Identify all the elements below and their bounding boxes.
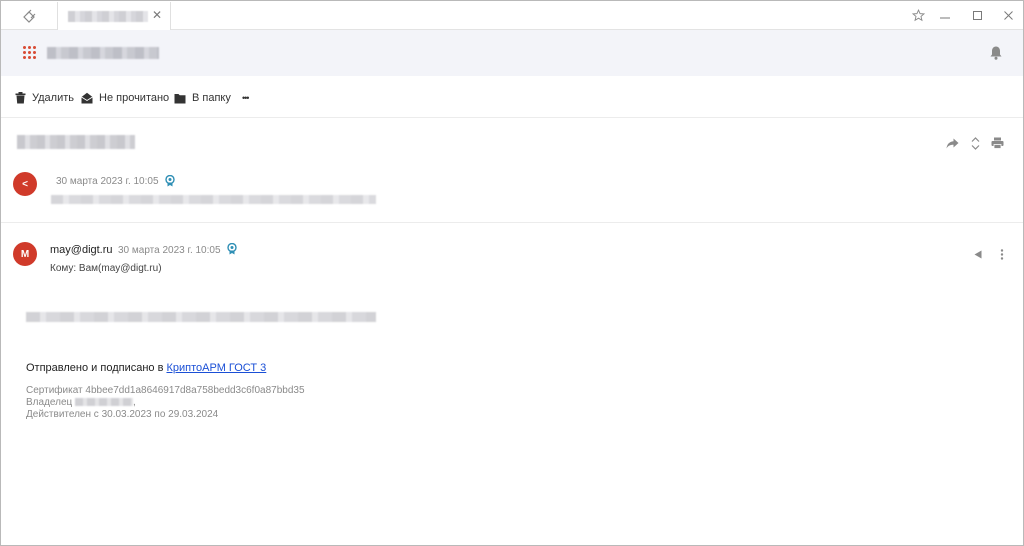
validity-line: Действителен с 30.03.2023 по 29.03.2024 — [26, 409, 219, 420]
more-actions-button[interactable]: ••• — [242, 91, 250, 105]
more-vertical-icon[interactable] — [996, 248, 1008, 260]
message-toolbar: Удалить Не прочитано В папку ••• — [1, 76, 1023, 118]
message-body — [26, 312, 376, 322]
account-name — [47, 47, 159, 59]
mark-unread-label: Не прочитано — [99, 92, 170, 104]
certificate-badge-icon — [227, 243, 237, 255]
delete-label: Удалить — [32, 92, 74, 104]
signature-line: Отправлено и подписано в КриптоАРМ ГОСТ … — [26, 362, 266, 374]
app-header — [1, 30, 1023, 76]
browser-tab[interactable]: ✕ — [57, 2, 171, 30]
message-date: 30 марта 2023 г. 10:05 — [118, 245, 221, 256]
move-to-folder-button[interactable]: В папку — [174, 91, 231, 105]
certificate-badge-icon — [165, 175, 175, 187]
print-icon[interactable] — [990, 136, 1004, 150]
sender-avatar[interactable]: M — [13, 242, 37, 266]
sender-avatar-collapsed[interactable]: < — [13, 172, 37, 196]
delete-button[interactable]: Удалить — [15, 91, 74, 105]
forward-icon[interactable] — [945, 136, 959, 150]
minimize-icon[interactable] — [937, 7, 953, 23]
collapsed-message-date: 30 марта 2023 г. 10:05 — [56, 176, 159, 187]
expand-collapse-icon[interactable] — [968, 136, 982, 150]
certificate-line: Сертификат 4bbee7dd1a8646917d8a758bedd3c… — [26, 385, 305, 396]
owner-label: Владелец — [26, 397, 76, 408]
close-icon[interactable] — [1000, 7, 1016, 23]
app-logo-icon — [23, 9, 36, 23]
sender-email[interactable]: may@digt.ru — [50, 244, 113, 256]
star-icon[interactable] — [910, 7, 926, 23]
reply-icon[interactable] — [972, 248, 984, 260]
folder-icon — [174, 93, 186, 103]
owner-line: Владелец , — [26, 397, 136, 408]
apps-grid-icon[interactable] — [23, 46, 36, 59]
cryptoarm-link[interactable]: КриптоАРМ ГОСТ 3 — [166, 362, 266, 374]
maximize-icon[interactable] — [969, 7, 985, 23]
owner-name — [75, 398, 134, 407]
message-subject — [17, 135, 135, 149]
mark-unread-button[interactable]: Не прочитано — [81, 91, 169, 105]
open-envelope-icon — [81, 92, 93, 104]
tab-title — [68, 11, 148, 22]
move-to-folder-label: В папку — [192, 92, 231, 104]
collapsed-message-snippet[interactable] — [51, 195, 376, 204]
tab-close-icon[interactable]: ✕ — [150, 8, 164, 22]
title-bar: ✕ — [1, 1, 1023, 30]
message-divider — [1, 222, 1023, 223]
owner-suffix: , — [133, 397, 136, 408]
signed-text: Отправлено и подписано в — [26, 362, 167, 374]
bell-icon[interactable] — [989, 45, 1003, 61]
trash-icon — [15, 92, 26, 104]
recipient-line: Кому: Вам(may@digt.ru) — [50, 263, 162, 274]
